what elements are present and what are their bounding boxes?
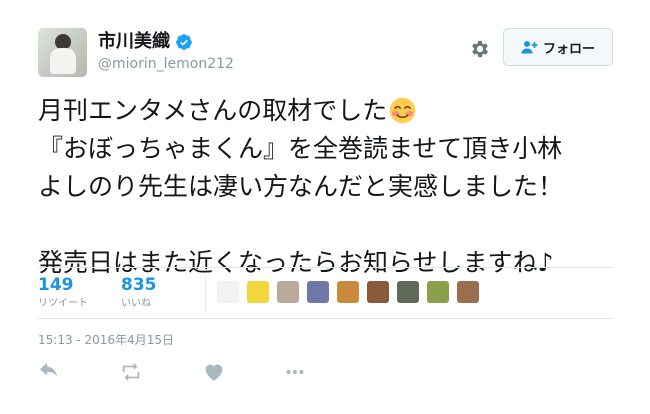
more-dots-icon[interactable] [284,361,306,383]
stats-divider-top [38,267,613,268]
tweet-text-line-3: よしのり先生は凄い方なんだと実感しました！ [38,172,564,201]
person-add-icon [521,40,538,53]
liker-avatar-7[interactable] [397,281,419,303]
tweet-timestamp[interactable]: 15:13 - 2016年4月15日 [38,333,174,347]
verified-badge-icon [176,34,192,50]
tweet-text-line-1: 月刊エンタメさんの取材でした [38,96,388,125]
liker-avatar-1[interactable] [217,281,239,303]
like-label: いいね [121,298,151,309]
stats-separator [205,276,206,312]
follow-button[interactable]: フォロー [503,28,613,66]
liker-avatar-8[interactable] [427,281,449,303]
like-count: 835 [121,275,157,295]
follow-button-label: フォロー [542,41,595,57]
tweet-text: 月刊エンタメさんの取材でした 『おぼっちゃまくん』を全巻読ませて頂き小林 よしの… [38,92,628,282]
author-handle[interactable]: @miorin_lemon212 [98,56,234,72]
retweet-stat[interactable]: 149 リツイート [38,275,88,311]
liker-avatar-4[interactable] [307,281,329,303]
liker-avatar-9[interactable] [457,281,479,303]
gear-icon[interactable] [469,38,491,60]
avatar[interactable] [38,28,87,77]
avatar-figure-body [50,48,76,74]
liker-avatar-5[interactable] [337,281,359,303]
tweet-text-line-4 [38,206,628,244]
reply-icon[interactable] [38,361,60,383]
retweet-label: リツイート [38,298,88,309]
heart-icon[interactable] [203,361,225,383]
tweet-text-line-2: 『おぼっちゃまくん』を全巻読ませて頂き小林 [38,134,563,163]
tweet-card: 市川美織 @miorin_lemon212 フォロー 月刊エンタメさんの取材でし… [0,0,650,414]
author-name[interactable]: 市川美織 [98,32,170,52]
tweet-text-line: 月刊エンタメさんの取材でした [38,92,628,130]
liker-avatar-6[interactable] [367,281,389,303]
smiling-face-with-blush-emoji [390,97,416,124]
retweet-count: 149 [38,275,74,295]
liker-avatar-3[interactable] [277,281,299,303]
stats-divider-bottom [38,318,613,319]
like-stat[interactable]: 835 いいね [121,275,157,311]
liker-avatar-2[interactable] [247,281,269,303]
retweet-icon[interactable] [120,361,142,383]
